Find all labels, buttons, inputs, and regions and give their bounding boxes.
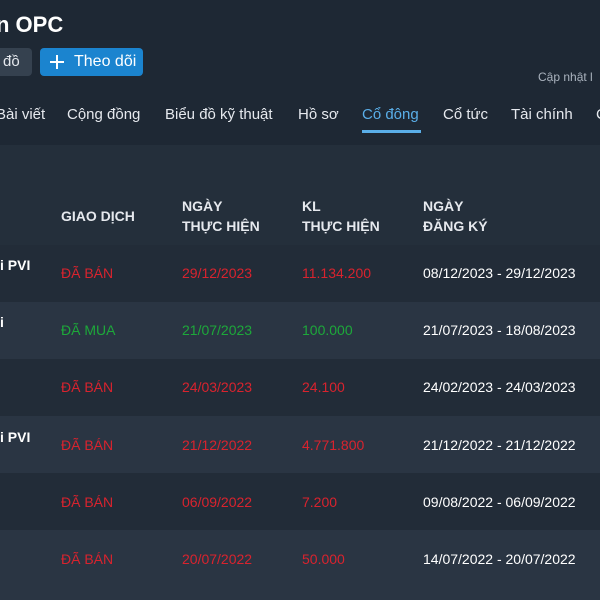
header-volume-line1: KL [302, 198, 321, 214]
active-tab-indicator [362, 130, 421, 133]
header-exec-date-line1: NGÀY [182, 198, 223, 214]
exec-date: 21/07/2023 [182, 322, 253, 338]
transaction-type: ĐÃ MUA [61, 322, 116, 338]
header-transaction: GIAO DỊCH [61, 208, 135, 224]
table-row[interactable]: ĐÃ BÁN 20/07/2022 50.000 14/07/2022 - 20… [0, 530, 600, 600]
exec-date: 20/07/2022 [182, 551, 253, 567]
exec-volume: 100.000 [302, 322, 353, 338]
registered-period: 08/12/2023 - 29/12/2023 [423, 265, 576, 281]
exec-volume: 24.100 [302, 379, 345, 395]
transaction-type: ĐÃ BÁN [61, 379, 114, 395]
shareholder-name: i PVI [0, 429, 31, 445]
tab-technical-chart[interactable]: Biểu đồ kỹ thuật [165, 106, 273, 123]
tab-more[interactable]: C [596, 106, 600, 123]
header-reg-date-line1: NGÀY [423, 198, 464, 214]
tab-bar: Bài viết Cộng đồng Biểu đồ kỹ thuật Hồ s… [0, 100, 600, 134]
header-exec-date-line2: THỰC HIỆN [182, 218, 260, 234]
tab-shareholders[interactable]: Cổ đông [362, 106, 419, 123]
exec-volume: 11.134.200 [302, 265, 372, 281]
follow-button[interactable]: Theo dõi [40, 48, 143, 76]
registered-period: 21/07/2023 - 18/08/2023 [423, 322, 576, 338]
page-title: n OPC [0, 12, 64, 37]
table-row[interactable]: i ĐÃ MUA 21/07/2023 100.000 21/07/2023 -… [0, 302, 600, 359]
table-row[interactable]: ĐÃ BÁN 24/03/2023 24.100 24/02/2023 - 24… [0, 359, 600, 416]
registered-period: 21/12/2022 - 21/12/2022 [423, 437, 576, 453]
transaction-type: ĐÃ BÁN [61, 551, 114, 567]
exec-date: 21/12/2022 [182, 437, 253, 453]
table-row[interactable]: ĐÃ BÁN 06/09/2022 7.200 09/08/2022 - 06/… [0, 473, 600, 530]
header-reg-date-line2: ĐĂNG KÝ [423, 218, 488, 234]
chart-button[interactable]: đồ [0, 48, 32, 76]
follow-button-label: Theo dõi [74, 53, 137, 70]
plus-icon [50, 55, 64, 69]
shareholder-name: i [0, 314, 4, 330]
updated-text: Cập nhật l [538, 70, 593, 84]
header-volume-line2: THỰC HIỆN [302, 218, 380, 234]
exec-volume: 4.771.800 [302, 437, 365, 453]
tab-profile[interactable]: Hồ sơ [298, 106, 339, 123]
transaction-type: ĐÃ BÁN [61, 494, 114, 510]
table-row[interactable]: i PVI ĐÃ BÁN 29/12/2023 11.134.200 08/12… [0, 245, 600, 302]
registered-period: 24/02/2023 - 24/03/2023 [423, 379, 576, 395]
top-header: n OPC đồ Theo dõi Cập nhật l Bài viết Cộ… [0, 0, 600, 145]
tab-community[interactable]: Cộng đồng [67, 106, 140, 123]
exec-date: 29/12/2023 [182, 265, 253, 281]
tab-dividends[interactable]: Cổ tức [443, 106, 488, 123]
transaction-type: ĐÃ BÁN [61, 437, 114, 453]
transaction-type: ĐÃ BÁN [61, 265, 114, 281]
tab-finance[interactable]: Tài chính [511, 106, 573, 123]
registered-period: 09/08/2022 - 06/09/2022 [423, 494, 576, 510]
tab-posts[interactable]: Bài viết [0, 106, 45, 123]
exec-date: 24/03/2023 [182, 379, 253, 395]
exec-volume: 7.200 [302, 494, 338, 510]
exec-date: 06/09/2022 [182, 494, 253, 510]
shareholder-name: i PVI [0, 257, 31, 273]
registered-period: 14/07/2022 - 20/07/2022 [423, 551, 576, 567]
exec-volume: 50.000 [302, 551, 345, 567]
table-row[interactable]: i PVI ĐÃ BÁN 21/12/2022 4.771.800 21/12/… [0, 416, 600, 473]
